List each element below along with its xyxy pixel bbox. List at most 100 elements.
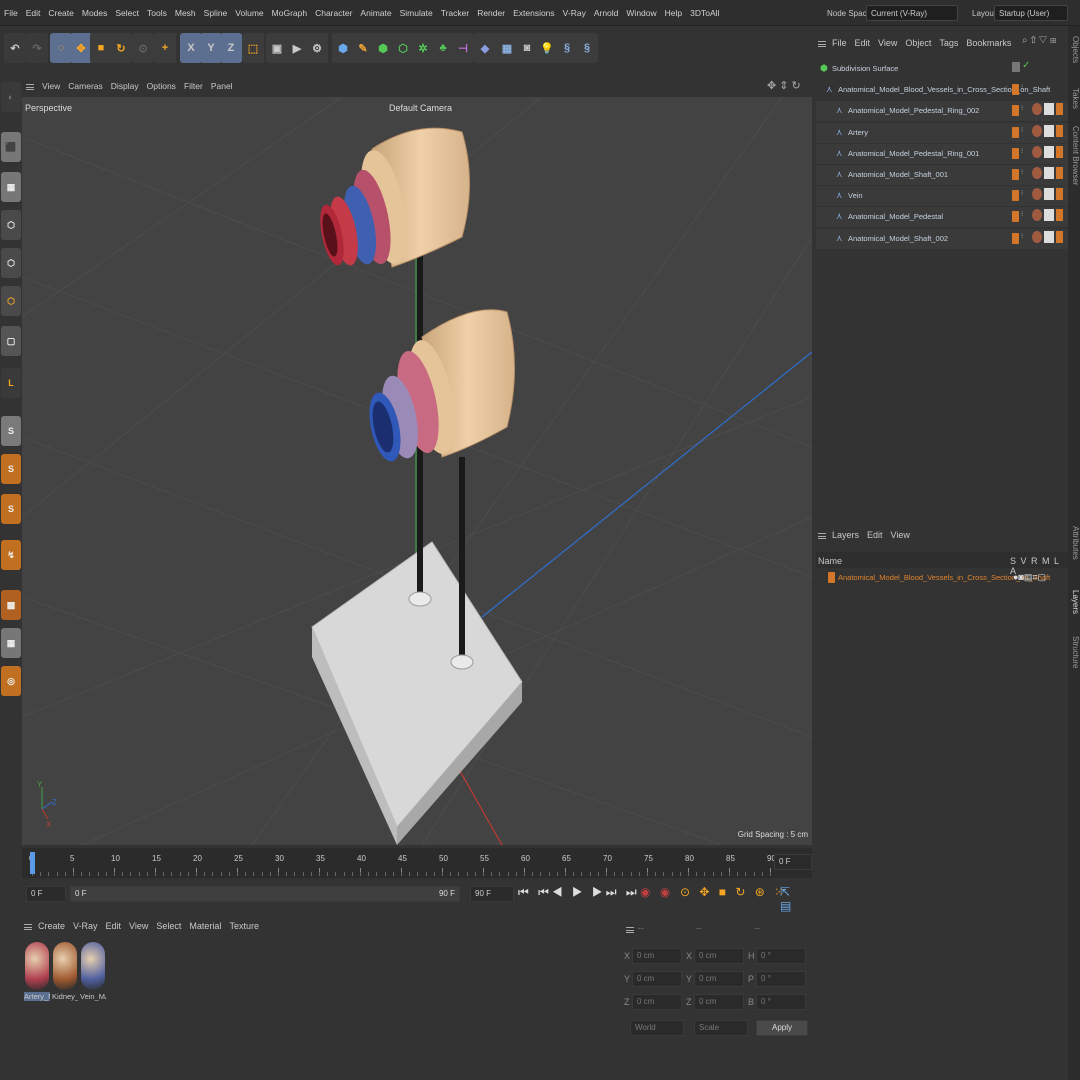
make-editable-icon[interactable]: ◐ <box>1 82 21 112</box>
material-tag-icon[interactable] <box>1032 188 1042 201</box>
object-row[interactable]: ⋏ Anatomical_Model_Blood_Vessels_in_Cross… <box>816 80 1068 100</box>
objects-menu-file[interactable]: File <box>832 38 847 48</box>
camera-icon[interactable]: ◙ <box>516 33 538 63</box>
object-row[interactable]: ⋏ Anatomical_Model_Shaft_002 ⁝ <box>816 228 1068 249</box>
apply-button[interactable]: Apply <box>756 1020 808 1036</box>
object-row[interactable]: ⋏ Anatomical_Model_Pedestal_Ring_002 ⁝ <box>816 101 1068 122</box>
objects-menu-bookmarks[interactable]: Bookmarks <box>966 38 1011 48</box>
coord-value-field[interactable]: 0 cm <box>632 948 682 964</box>
viewport-menu-view[interactable]: View <box>42 81 60 91</box>
material-item[interactable]: Vein_MA <box>80 940 106 1002</box>
points-mode-icon[interactable]: ⬡ <box>1 210 21 240</box>
material-menu-create[interactable]: Create <box>38 921 65 931</box>
layer-color-icon[interactable] <box>1012 105 1019 117</box>
undo-icon[interactable]: ↶ <box>4 33 26 63</box>
start-frame-field[interactable]: 0 F <box>26 886 66 902</box>
menu-mograph[interactable]: MoGraph <box>272 8 307 18</box>
3d-viewport[interactable]: Perspective Default Camera Y Z X Grid Sp… <box>22 97 812 845</box>
visibility-icon[interactable] <box>1012 62 1020 72</box>
menu-extensions[interactable]: Extensions <box>513 8 555 18</box>
coord-value-field[interactable]: 0 cm <box>632 994 682 1010</box>
objects-menu-view[interactable]: View <box>878 38 897 48</box>
objects-search-icon[interactable]: ⌕ ⇧ ▽ ⊞ <box>1022 35 1056 46</box>
visibility-dots-icon[interactable]: ⁝ <box>1021 126 1023 134</box>
coord-mode-select[interactable]: Scale <box>694 1020 748 1036</box>
menu-arnold[interactable]: Arnold <box>594 8 619 18</box>
menu-create[interactable]: Create <box>48 8 74 18</box>
viewport-menu-display[interactable]: Display <box>111 81 139 91</box>
add-icon[interactable]: + <box>154 33 176 63</box>
axis-mode-icon[interactable]: L <box>1 368 21 398</box>
pen-icon[interactable]: ✎ <box>352 33 374 63</box>
visibility-dots-icon[interactable]: ⁝ <box>1021 189 1023 197</box>
live-select-icon[interactable]: ◌ <box>50 33 72 63</box>
layer-color-icon[interactable] <box>1012 169 1019 180</box>
material-tag-icon[interactable] <box>1032 230 1042 243</box>
rotate-icon[interactable]: ↻ <box>110 33 132 63</box>
material-item[interactable]: Artery_M <box>24 940 50 1002</box>
visibility-dots-icon[interactable]: ⁝ <box>1021 168 1023 176</box>
tab-objects[interactable]: Objects <box>1068 36 1080 63</box>
current-frame-field[interactable]: 0 F <box>774 854 812 870</box>
coord-system-select[interactable]: World <box>630 1020 684 1036</box>
viewport-menu-options[interactable]: Options <box>147 81 176 91</box>
layer-color-icon[interactable] <box>1012 190 1019 202</box>
layers-menu-view[interactable]: View <box>891 530 910 540</box>
object-row[interactable]: ⋏ Anatomical_Model_Shaft_001 ⁝ <box>816 165 1068 185</box>
vray-tag-icon[interactable] <box>1056 209 1063 222</box>
tab-attributes[interactable]: Attributes <box>1068 526 1080 560</box>
timeline-mode-icons[interactable]: ⇱ ▤ <box>780 885 812 913</box>
move-icon[interactable]: ✥ <box>70 33 92 63</box>
menu-file[interactable]: File <box>4 8 18 18</box>
object-row[interactable]: ⬢ Subdivision Surface ✓ <box>816 59 1068 79</box>
menu-mesh[interactable]: Mesh <box>175 8 196 18</box>
coord-value-field[interactable]: 0 ° <box>756 948 806 964</box>
coord-value-field[interactable]: 0 cm <box>694 971 744 987</box>
menu-tracker[interactable]: Tracker <box>441 8 470 18</box>
material-menu-material[interactable]: Material <box>189 921 221 931</box>
field-icon[interactable]: ◆ <box>474 33 496 63</box>
object-row[interactable]: ⋏ Anatomical_Model_Pedestal ⁝ <box>816 207 1068 228</box>
python-tag-icon[interactable]: § <box>576 33 598 63</box>
menu-help[interactable]: Help <box>665 8 682 18</box>
texture-tag-icon[interactable] <box>1044 103 1054 116</box>
objects-menu-object[interactable]: Object <box>905 38 931 48</box>
light-icon[interactable]: 💡 <box>536 33 558 63</box>
material-tag-icon[interactable] <box>1032 103 1042 116</box>
sculpt-icon[interactable]: ◎ <box>1 666 21 696</box>
layer-color-icon[interactable] <box>1012 211 1019 223</box>
record-icons[interactable]: ◉ ◉ <box>640 885 673 899</box>
playhead[interactable] <box>30 852 35 874</box>
model-mode-icon[interactable]: ⬛ <box>1 132 21 162</box>
menu-3dtoall[interactable]: 3DToAll <box>690 8 719 18</box>
redo-icon[interactable]: ↷ <box>26 33 48 63</box>
visibility-dots-icon[interactable]: ⁝ <box>1021 104 1023 112</box>
coord-value-field[interactable]: 0 cm <box>694 948 744 964</box>
tab-takes[interactable]: Takes <box>1068 88 1080 109</box>
viewport-menu-icon[interactable] <box>26 83 34 90</box>
menu-volume[interactable]: Volume <box>235 8 263 18</box>
vray-tag-icon[interactable] <box>1056 188 1063 201</box>
end-frame-field[interactable]: 90 F <box>470 886 514 902</box>
object-row[interactable]: ⋏ Artery ⁝ <box>816 122 1068 143</box>
objects-menu-tags[interactable]: Tags <box>939 38 958 48</box>
coord-value-field[interactable]: 0 ° <box>756 971 806 987</box>
viewport-menu-cameras[interactable]: Cameras <box>68 81 102 91</box>
menu-select[interactable]: Select <box>115 8 139 18</box>
subdivision-icon[interactable]: ⬢ <box>372 33 394 63</box>
uv-mode-icon[interactable]: ▢ <box>1 326 21 356</box>
frame-range-slider[interactable]: 0 F 90 F <box>70 886 460 902</box>
vray-tag-icon[interactable] <box>1056 230 1063 243</box>
paint-icon[interactable]: ▦ <box>1 628 21 658</box>
layer-color-icon[interactable] <box>1012 126 1019 138</box>
material-tag-icon[interactable] <box>1032 124 1042 137</box>
layer-row[interactable]: Anatomical_Model_Blood_Vessels_in_Cross_… <box>816 570 1068 586</box>
visibility-dots-icon[interactable]: ⁝ <box>1021 232 1023 240</box>
menu-character[interactable]: Character <box>315 8 352 18</box>
material-menu-select[interactable]: Select <box>156 921 181 931</box>
objects-menu-icon[interactable] <box>818 40 826 47</box>
layers-menu-layers[interactable]: Layers <box>832 530 859 540</box>
menu-window[interactable]: Window <box>626 8 656 18</box>
texture-tag-icon[interactable] <box>1044 188 1054 201</box>
menu-animate[interactable]: Animate <box>360 8 391 18</box>
